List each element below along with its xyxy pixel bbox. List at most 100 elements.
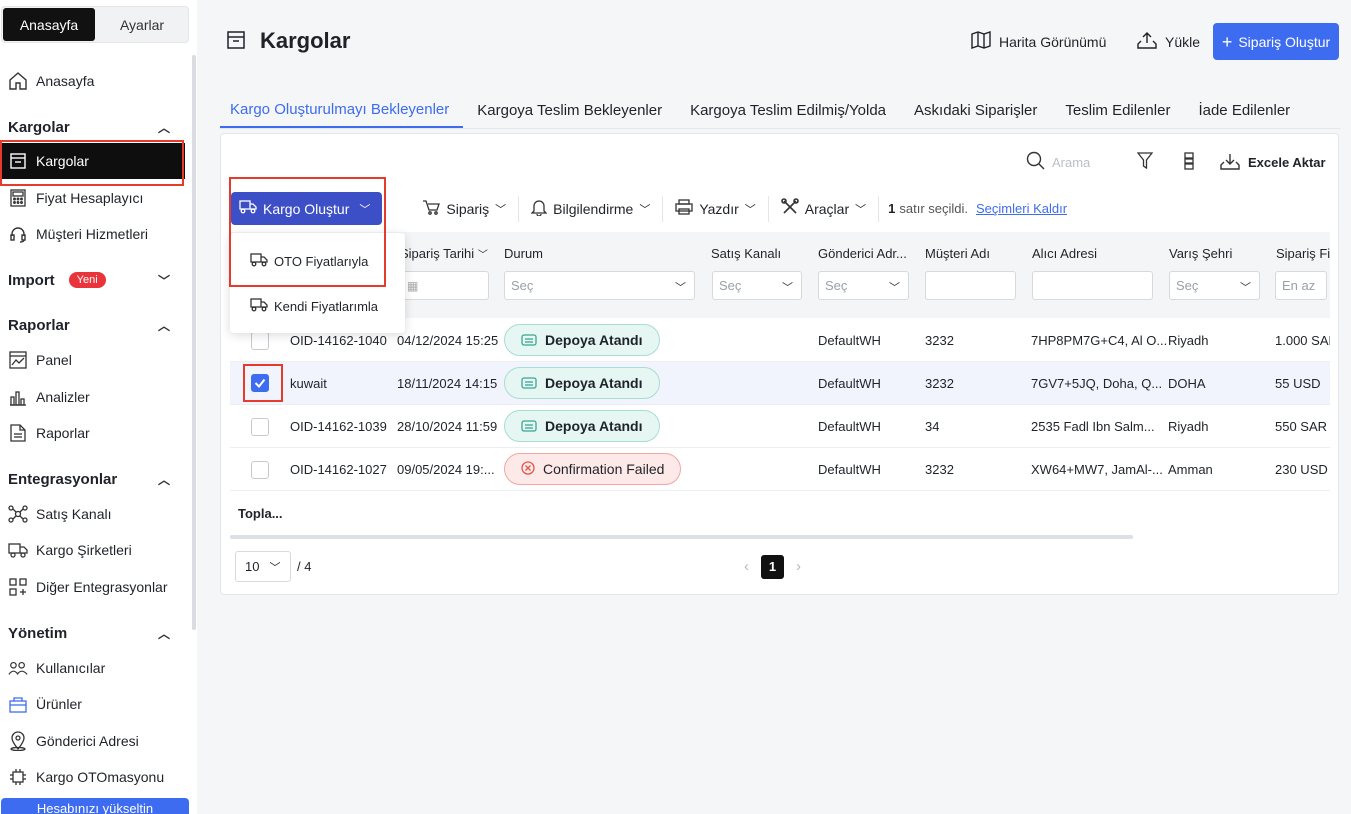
column-header-channel[interactable]: Satış Kanalı [711, 246, 781, 261]
chevron-left-icon[interactable]: ‹ [744, 558, 749, 575]
selected-text: satır seçildi. [899, 201, 968, 216]
page-size-select[interactable]: 10 ﹀ [235, 551, 291, 582]
tools-menu-button[interactable]: Araçlar ﹀ [769, 192, 878, 225]
price: 550 SAR [1275, 419, 1328, 434]
price: 230 USD [1275, 462, 1328, 477]
sidebar-item-otomasyon[interactable]: Kargo OTOmasyonu [0, 759, 185, 795]
sidebar-item-kullanicilar[interactable]: Kullanıcılar [0, 650, 185, 686]
menu-item-oto-prices[interactable]: OTO Fiyatlarıyla [230, 241, 405, 281]
sidebar-item-label: Analizler [36, 389, 90, 405]
sidebar-item-kargo-sirketleri[interactable]: Kargo Şirketleri [0, 532, 185, 568]
order-id[interactable]: OID-14162-1039 [290, 419, 387, 434]
column-header-status[interactable]: Durum [504, 246, 543, 261]
print-menu-button[interactable]: Yazdır ﹀ [663, 192, 767, 225]
menu-item-own-prices[interactable]: Kendi Fiyatlarımla [230, 286, 405, 326]
sidebar-item-analizler[interactable]: Analizler [0, 379, 185, 415]
column-header-address[interactable]: Alıcı Adresi [1032, 246, 1097, 261]
sidebar-item-diger[interactable]: Diğer Entegrasyonlar [0, 569, 185, 605]
search-box[interactable]: Arama [1026, 150, 1094, 174]
sidebar-item-raporlar[interactable]: Raporlar [0, 415, 185, 451]
tab-in-transit[interactable]: Kargoya Teslim Edilmiş/Yolda [676, 92, 900, 129]
search-icon [1026, 151, 1046, 174]
section-import[interactable]: Import Yeni ﹀ [0, 266, 185, 294]
tab-on-hold[interactable]: Askıdaki Siparişler [900, 92, 1051, 129]
order-id[interactable]: kuwait [290, 376, 327, 391]
clear-selection-link[interactable]: Seçimleri Kaldır [976, 201, 1067, 216]
channel-filter[interactable]: Seç ﹀ [712, 271, 802, 300]
upgrade-button[interactable]: Hesabınızı yükseltin [1, 798, 189, 814]
section-kargolar[interactable]: Kargolar ︿ [0, 113, 185, 141]
section-label: Yönetim [8, 624, 68, 642]
new-badge: Yeni [68, 272, 106, 288]
create-cargo-button[interactable]: Kargo Oluştur ﹀ [231, 192, 383, 225]
date-filter[interactable]: ▦ [400, 271, 489, 300]
sidebar-item-label: Müşteri Hizmetleri [36, 226, 149, 242]
search-input[interactable]: Arama [1052, 155, 1094, 170]
chevron-down-icon: ﹀ [495, 203, 507, 216]
tab-anasayfa[interactable]: Anasayfa [3, 8, 95, 41]
sidebar-item-home[interactable]: Anasayfa [0, 63, 185, 99]
chevron-down-icon: ﹀ [855, 203, 867, 216]
create-order-button[interactable]: + Sipariş Oluştur [1213, 23, 1339, 60]
column-header-price[interactable]: Sipariş Fi... [1276, 246, 1330, 261]
sidebar-item-musteri[interactable]: Müşteri Hizmetleri [0, 216, 185, 252]
row-checkbox[interactable] [251, 374, 269, 392]
chevron-up-icon: ︿ [157, 627, 170, 641]
order-menu-button[interactable]: Sipariş ﹀ [410, 192, 518, 225]
columns-button[interactable] [1182, 150, 1196, 174]
address-filter[interactable] [1032, 271, 1153, 300]
products-icon [8, 694, 28, 714]
row-checkbox[interactable] [251, 418, 269, 436]
sidebar-item-satis-kanali[interactable]: Satış Kanalı [0, 496, 185, 532]
tab-ayarlar[interactable]: Ayarlar [96, 7, 188, 42]
city-filter[interactable]: Seç ﹀ [1169, 271, 1260, 300]
excel-export-button[interactable]: Excele Aktar [1220, 150, 1326, 174]
column-header-sender[interactable]: Gönderici Adr... [818, 246, 913, 261]
sidebar-item-panel[interactable]: Panel [0, 342, 185, 378]
city: Riyadh [1168, 333, 1209, 348]
order-id[interactable]: OID-14162-1040 [290, 333, 387, 348]
tab-delivered[interactable]: Teslim Edilenler [1051, 92, 1184, 129]
row-checkbox[interactable] [251, 332, 269, 350]
sidebar-item-gonderici[interactable]: Gönderici Adresi [0, 723, 185, 759]
sidebar-item-fiyat[interactable]: Fiyat Hesaplayıcı [0, 180, 185, 216]
column-header-city[interactable]: Varış Şehri [1169, 246, 1232, 261]
sender-filter[interactable]: Seç ﹀ [818, 271, 909, 300]
column-header-order-date[interactable]: Sipariş Tarihi ﹀ [400, 246, 495, 261]
sidebar-item-label: Panel [36, 352, 72, 368]
section-raporlar[interactable]: Raporlar ︿ [0, 311, 185, 339]
map-view-button[interactable]: Harita Görünümü [971, 23, 1106, 60]
notify-menu-button[interactable]: Bilgilendirme ﹀ [519, 192, 662, 225]
page-button-current[interactable]: 1 [761, 554, 784, 579]
chevron-right-icon[interactable]: › [796, 558, 801, 575]
notify-label: Bilgilendirme [553, 200, 634, 217]
price-filter[interactable]: En az [1275, 271, 1327, 300]
tab-returned[interactable]: İade Edilenler [1184, 92, 1304, 129]
print-label: Yazdır [699, 200, 739, 217]
upload-button[interactable]: Yükle [1137, 23, 1200, 60]
status-filter[interactable]: Seç ﹀ [504, 271, 695, 300]
tab-pending-handover[interactable]: Kargoya Teslim Bekleyenler [463, 92, 676, 129]
section-yonetim[interactable]: Yönetim ︿ [0, 619, 185, 647]
filter-placeholder: Seç [719, 278, 742, 293]
page-size-area: 10 ﹀ / 4 [235, 551, 311, 582]
sidebar-item-label: Anasayfa [36, 73, 95, 89]
sidebar-item-kargolar[interactable]: Kargolar [0, 143, 185, 179]
row-checkbox[interactable] [251, 461, 269, 479]
sidebar-scrollbar[interactable] [192, 55, 196, 630]
tools-icon [780, 198, 799, 219]
sidebar-item-urunler[interactable]: Ürünler [0, 686, 185, 722]
filter-button[interactable] [1136, 150, 1154, 174]
table-row[interactable]: kuwait 18/11/2024 14:15 Depoya Atandı De… [230, 362, 1330, 405]
customer-filter[interactable] [925, 271, 1016, 300]
table-row[interactable]: OID-14162-1027 09/05/2024 19:... Confirm… [230, 448, 1330, 491]
column-header-customer[interactable]: Müşteri Adı [925, 246, 990, 261]
section-entegrasyonlar[interactable]: Entegrasyonlar ︿ [0, 465, 185, 493]
upgrade-label: Hesabınızı yükseltin [36, 801, 154, 814]
table-row[interactable]: OID-14162-1039 28/10/2024 11:59 Depoya A… [230, 405, 1330, 448]
calendar-icon: ▦ [407, 278, 419, 293]
horizontal-scrollbar[interactable] [230, 535, 1133, 539]
order-id[interactable]: OID-14162-1027 [290, 462, 387, 477]
page-size-value: 10 [245, 559, 260, 574]
tab-pending-creation[interactable]: Kargo Oluşturulmayı Bekleyenler [220, 92, 464, 129]
